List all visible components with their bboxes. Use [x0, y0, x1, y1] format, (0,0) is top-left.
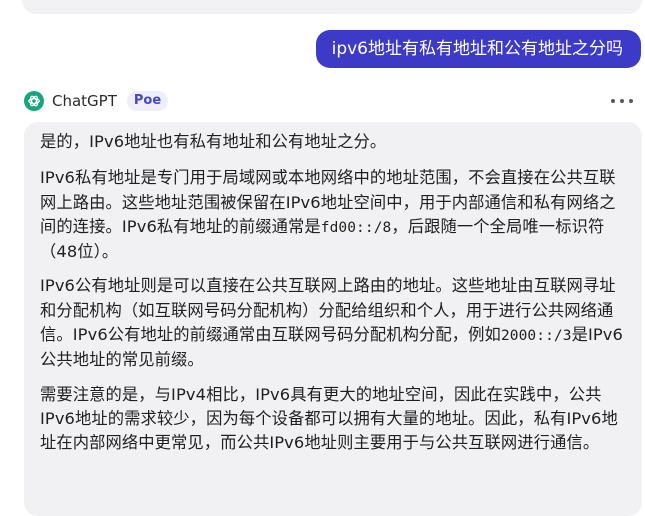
previous-message-bubble: [22, 0, 642, 14]
user-message-row: ipv6地址有私有地址和公有地址之分吗: [315, 30, 641, 68]
user-message-bubble: ipv6地址有私有地址和公有地址之分吗: [315, 30, 641, 68]
bot-paragraph-1: 是的，IPv6地址也有私有地址和公有地址之分。: [40, 132, 387, 151]
bot-paragraph-4: 需要注意的是，与IPv4相比，IPv6具有更大的地址空间，因此在实践中，公共IP…: [40, 384, 618, 453]
inline-code: 2000::/3: [500, 328, 572, 345]
bot-header: ChatGPT Poe: [24, 90, 633, 112]
more-horizontal-icon[interactable]: [611, 90, 633, 112]
bot-message-bubble: 是的，IPv6地址也有私有地址和公有地址之分。 IPv6私有地址是专门用于局域网…: [24, 122, 642, 516]
chatgpt-logo-icon[interactable]: [24, 91, 44, 111]
poe-badge: Poe: [126, 91, 169, 111]
bot-paragraph-3: IPv6公有地址则是可以直接在公共互联网上路由的地址。这些地址由互联网寻址和分配…: [40, 276, 623, 370]
inline-code: fd00::/8: [320, 219, 392, 236]
bot-paragraph-2: IPv6私有地址是专门用于局域网或本地网络中的地址范围，不会直接在公共互联网上路…: [40, 168, 616, 262]
bot-name[interactable]: ChatGPT: [52, 92, 117, 110]
